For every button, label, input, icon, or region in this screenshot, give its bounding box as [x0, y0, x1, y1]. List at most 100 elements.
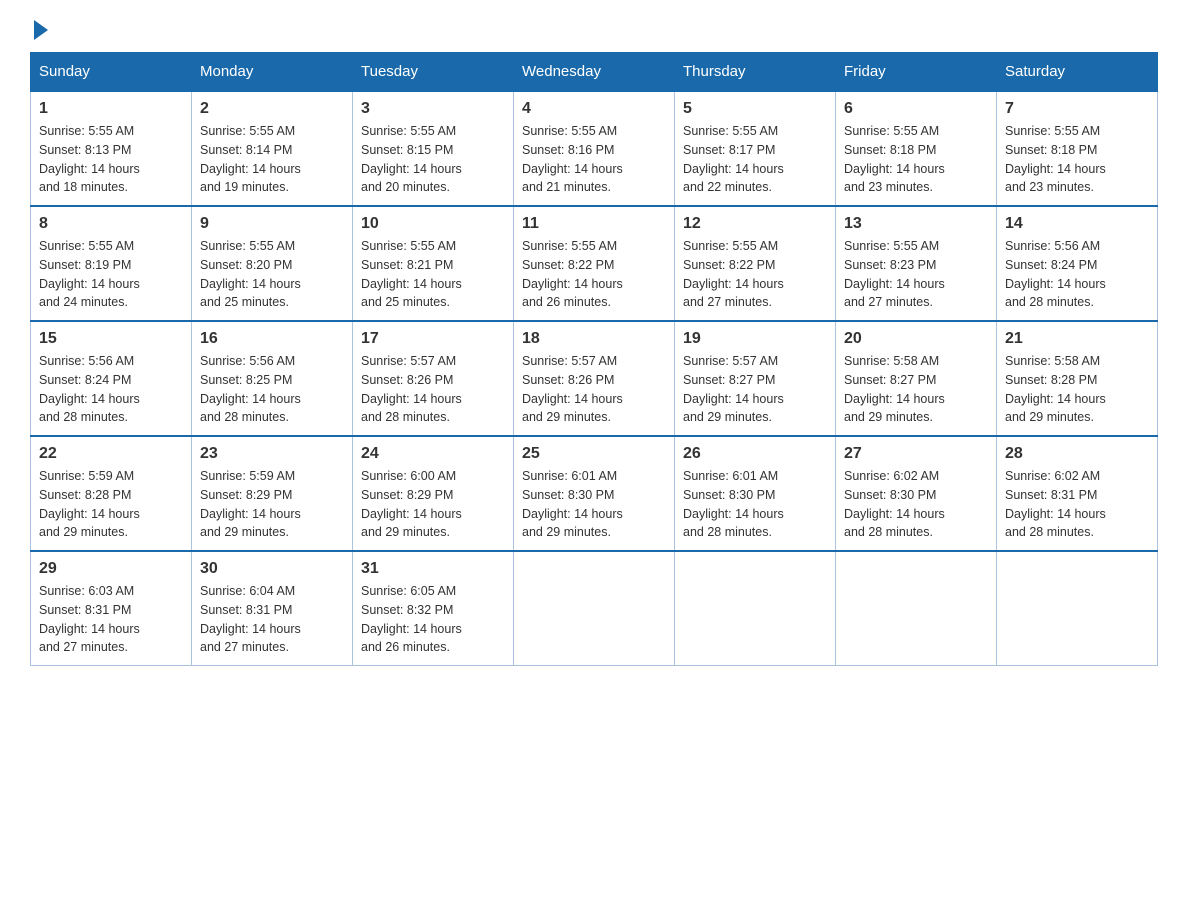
day-info: Sunrise: 6:03 AMSunset: 8:31 PMDaylight:…	[39, 584, 140, 654]
header-cell-saturday: Saturday	[997, 53, 1158, 92]
day-number: 8	[39, 215, 183, 233]
day-info: Sunrise: 5:55 AMSunset: 8:22 PMDaylight:…	[522, 239, 623, 309]
day-number: 28	[1005, 445, 1149, 463]
calendar-cell: 25 Sunrise: 6:01 AMSunset: 8:30 PMDaylig…	[514, 436, 675, 551]
header-cell-friday: Friday	[836, 53, 997, 92]
week-row-5: 29 Sunrise: 6:03 AMSunset: 8:31 PMDaylig…	[31, 551, 1158, 666]
calendar-cell	[836, 551, 997, 666]
day-number: 9	[200, 215, 344, 233]
logo-blue-text	[30, 20, 48, 42]
day-info: Sunrise: 5:55 AMSunset: 8:15 PMDaylight:…	[361, 124, 462, 194]
day-info: Sunrise: 5:58 AMSunset: 8:28 PMDaylight:…	[1005, 354, 1106, 424]
calendar-cell: 24 Sunrise: 6:00 AMSunset: 8:29 PMDaylig…	[353, 436, 514, 551]
calendar-cell: 10 Sunrise: 5:55 AMSunset: 8:21 PMDaylig…	[353, 206, 514, 321]
day-number: 19	[683, 330, 827, 348]
day-number: 22	[39, 445, 183, 463]
day-info: Sunrise: 6:05 AMSunset: 8:32 PMDaylight:…	[361, 584, 462, 654]
day-info: Sunrise: 6:01 AMSunset: 8:30 PMDaylight:…	[522, 469, 623, 539]
day-number: 12	[683, 215, 827, 233]
day-info: Sunrise: 5:55 AMSunset: 8:21 PMDaylight:…	[361, 239, 462, 309]
day-info: Sunrise: 6:01 AMSunset: 8:30 PMDaylight:…	[683, 469, 784, 539]
day-number: 10	[361, 215, 505, 233]
day-info: Sunrise: 5:58 AMSunset: 8:27 PMDaylight:…	[844, 354, 945, 424]
day-info: Sunrise: 5:55 AMSunset: 8:20 PMDaylight:…	[200, 239, 301, 309]
day-info: Sunrise: 5:57 AMSunset: 8:26 PMDaylight:…	[361, 354, 462, 424]
calendar-cell: 29 Sunrise: 6:03 AMSunset: 8:31 PMDaylig…	[31, 551, 192, 666]
day-number: 18	[522, 330, 666, 348]
calendar-cell: 17 Sunrise: 5:57 AMSunset: 8:26 PMDaylig…	[353, 321, 514, 436]
day-number: 11	[522, 215, 666, 233]
day-info: Sunrise: 5:56 AMSunset: 8:24 PMDaylight:…	[39, 354, 140, 424]
calendar-cell: 11 Sunrise: 5:55 AMSunset: 8:22 PMDaylig…	[514, 206, 675, 321]
day-info: Sunrise: 5:55 AMSunset: 8:14 PMDaylight:…	[200, 124, 301, 194]
day-number: 6	[844, 100, 988, 118]
day-info: Sunrise: 5:55 AMSunset: 8:17 PMDaylight:…	[683, 124, 784, 194]
day-info: Sunrise: 6:04 AMSunset: 8:31 PMDaylight:…	[200, 584, 301, 654]
day-number: 2	[200, 100, 344, 118]
calendar-cell: 15 Sunrise: 5:56 AMSunset: 8:24 PMDaylig…	[31, 321, 192, 436]
day-info: Sunrise: 5:55 AMSunset: 8:16 PMDaylight:…	[522, 124, 623, 194]
calendar-cell: 12 Sunrise: 5:55 AMSunset: 8:22 PMDaylig…	[675, 206, 836, 321]
day-number: 29	[39, 560, 183, 578]
day-info: Sunrise: 5:55 AMSunset: 8:23 PMDaylight:…	[844, 239, 945, 309]
calendar-cell: 7 Sunrise: 5:55 AMSunset: 8:18 PMDayligh…	[997, 91, 1158, 206]
calendar-cell: 18 Sunrise: 5:57 AMSunset: 8:26 PMDaylig…	[514, 321, 675, 436]
week-row-2: 8 Sunrise: 5:55 AMSunset: 8:19 PMDayligh…	[31, 206, 1158, 321]
day-number: 23	[200, 445, 344, 463]
day-info: Sunrise: 5:55 AMSunset: 8:13 PMDaylight:…	[39, 124, 140, 194]
calendar-cell: 5 Sunrise: 5:55 AMSunset: 8:17 PMDayligh…	[675, 91, 836, 206]
header-cell-monday: Monday	[192, 53, 353, 92]
day-number: 16	[200, 330, 344, 348]
day-number: 26	[683, 445, 827, 463]
calendar-cell: 31 Sunrise: 6:05 AMSunset: 8:32 PMDaylig…	[353, 551, 514, 666]
day-info: Sunrise: 5:55 AMSunset: 8:18 PMDaylight:…	[1005, 124, 1106, 194]
day-info: Sunrise: 5:55 AMSunset: 8:22 PMDaylight:…	[683, 239, 784, 309]
day-info: Sunrise: 5:55 AMSunset: 8:18 PMDaylight:…	[844, 124, 945, 194]
calendar-header: SundayMondayTuesdayWednesdayThursdayFrid…	[31, 53, 1158, 92]
calendar-cell: 28 Sunrise: 6:02 AMSunset: 8:31 PMDaylig…	[997, 436, 1158, 551]
day-number: 21	[1005, 330, 1149, 348]
calendar-cell: 21 Sunrise: 5:58 AMSunset: 8:28 PMDaylig…	[997, 321, 1158, 436]
calendar-cell: 16 Sunrise: 5:56 AMSunset: 8:25 PMDaylig…	[192, 321, 353, 436]
header-cell-wednesday: Wednesday	[514, 53, 675, 92]
day-number: 3	[361, 100, 505, 118]
header-cell-sunday: Sunday	[31, 53, 192, 92]
day-number: 4	[522, 100, 666, 118]
calendar-cell: 27 Sunrise: 6:02 AMSunset: 8:30 PMDaylig…	[836, 436, 997, 551]
day-number: 7	[1005, 100, 1149, 118]
calendar-cell: 6 Sunrise: 5:55 AMSunset: 8:18 PMDayligh…	[836, 91, 997, 206]
day-info: Sunrise: 5:55 AMSunset: 8:19 PMDaylight:…	[39, 239, 140, 309]
day-info: Sunrise: 6:00 AMSunset: 8:29 PMDaylight:…	[361, 469, 462, 539]
week-row-1: 1 Sunrise: 5:55 AMSunset: 8:13 PMDayligh…	[31, 91, 1158, 206]
day-info: Sunrise: 5:59 AMSunset: 8:28 PMDaylight:…	[39, 469, 140, 539]
calendar-cell: 2 Sunrise: 5:55 AMSunset: 8:14 PMDayligh…	[192, 91, 353, 206]
day-info: Sunrise: 5:56 AMSunset: 8:25 PMDaylight:…	[200, 354, 301, 424]
day-number: 27	[844, 445, 988, 463]
calendar-cell: 3 Sunrise: 5:55 AMSunset: 8:15 PMDayligh…	[353, 91, 514, 206]
header-row: SundayMondayTuesdayWednesdayThursdayFrid…	[31, 53, 1158, 92]
calendar-cell	[675, 551, 836, 666]
page-header	[30, 20, 1158, 42]
calendar-cell: 23 Sunrise: 5:59 AMSunset: 8:29 PMDaylig…	[192, 436, 353, 551]
day-number: 24	[361, 445, 505, 463]
calendar-cell: 22 Sunrise: 5:59 AMSunset: 8:28 PMDaylig…	[31, 436, 192, 551]
calendar-cell: 1 Sunrise: 5:55 AMSunset: 8:13 PMDayligh…	[31, 91, 192, 206]
day-number: 14	[1005, 215, 1149, 233]
calendar-cell	[997, 551, 1158, 666]
calendar-cell: 30 Sunrise: 6:04 AMSunset: 8:31 PMDaylig…	[192, 551, 353, 666]
calendar-cell: 8 Sunrise: 5:55 AMSunset: 8:19 PMDayligh…	[31, 206, 192, 321]
calendar-cell: 4 Sunrise: 5:55 AMSunset: 8:16 PMDayligh…	[514, 91, 675, 206]
day-number: 30	[200, 560, 344, 578]
logo-triangle-icon	[34, 20, 48, 40]
calendar-cell: 9 Sunrise: 5:55 AMSunset: 8:20 PMDayligh…	[192, 206, 353, 321]
day-number: 25	[522, 445, 666, 463]
calendar-body: 1 Sunrise: 5:55 AMSunset: 8:13 PMDayligh…	[31, 91, 1158, 666]
day-info: Sunrise: 5:57 AMSunset: 8:26 PMDaylight:…	[522, 354, 623, 424]
calendar-cell: 13 Sunrise: 5:55 AMSunset: 8:23 PMDaylig…	[836, 206, 997, 321]
week-row-3: 15 Sunrise: 5:56 AMSunset: 8:24 PMDaylig…	[31, 321, 1158, 436]
day-number: 31	[361, 560, 505, 578]
calendar-cell: 19 Sunrise: 5:57 AMSunset: 8:27 PMDaylig…	[675, 321, 836, 436]
day-number: 1	[39, 100, 183, 118]
calendar-table: SundayMondayTuesdayWednesdayThursdayFrid…	[30, 52, 1158, 666]
day-info: Sunrise: 6:02 AMSunset: 8:30 PMDaylight:…	[844, 469, 945, 539]
